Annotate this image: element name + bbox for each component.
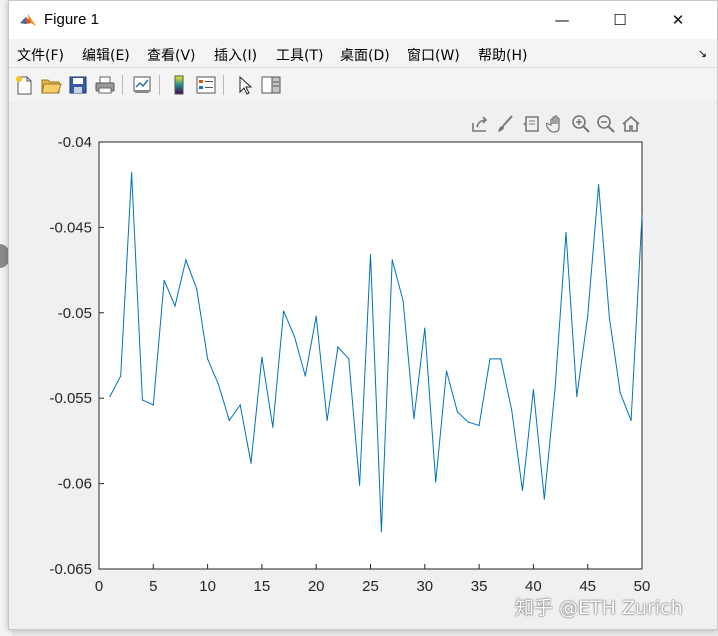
data-point: [359, 484, 361, 486]
y-tick-label: -0.065: [49, 561, 92, 578]
line-chart[interactable]: 0 5 10 15 20 25 30 35 40 45 50 -0.04-0.045-0.05-0.…: [0, 0, 718, 636]
data-point: [532, 389, 535, 391]
data-point: [587, 315, 589, 317]
data-point: [456, 411, 458, 413]
data-point: [152, 404, 154, 406]
data-point: [217, 383, 220, 386]
y-tick-label: -0.06: [58, 476, 92, 493]
data-point: [391, 259, 393, 261]
data-point: [337, 346, 339, 348]
data-point: [521, 489, 524, 491]
data-point: [174, 305, 176, 307]
data-point: [608, 317, 611, 319]
data-point: [543, 498, 545, 500]
data-point: [272, 426, 274, 428]
data-point: [424, 327, 426, 329]
x-tick-label: 20: [308, 578, 325, 595]
data-point: [369, 254, 372, 256]
data-point: [598, 184, 600, 186]
data-point: [185, 259, 187, 261]
data-point: [196, 288, 198, 290]
data-point: [207, 358, 209, 360]
x-tick-label: 0: [95, 578, 103, 595]
data-point: [315, 315, 317, 317]
data-point: [304, 375, 306, 377]
y-axis: -0.04 -0.045 -0.05 -0.055 -0.06 -0.065: [49, 134, 104, 578]
data-point: [511, 409, 513, 411]
data-point: [565, 231, 567, 234]
data-point: [489, 358, 491, 360]
data-point: [445, 370, 448, 372]
data-point: [380, 530, 382, 533]
x-tick-label: 5: [149, 578, 157, 595]
data-point: [641, 214, 643, 216]
data-point: [250, 462, 252, 464]
data-point: [293, 336, 296, 338]
data-point: [402, 300, 404, 302]
data-point: [467, 421, 469, 423]
x-tick-label: 15: [254, 578, 271, 595]
data-point: [435, 481, 437, 483]
y-tick-label: -0.055: [49, 390, 92, 407]
y-tick-label: -0.04: [58, 134, 92, 151]
data-point: [619, 392, 621, 394]
data-point: [109, 395, 111, 398]
data-point: [500, 358, 502, 360]
data-point: [554, 387, 556, 389]
data-point: [239, 404, 241, 406]
x-tick-label: 10: [199, 578, 216, 595]
data-point: [120, 375, 122, 377]
data-point: [478, 424, 480, 427]
watermark: 知乎 @ETH Zurich: [515, 597, 683, 619]
data-point: [163, 279, 165, 281]
data-point: [630, 419, 632, 421]
data-point: [131, 172, 133, 174]
y-tick-label: -0.05: [58, 305, 92, 322]
axes-box[interactable]: [98, 141, 643, 570]
x-tick-label: 30: [416, 578, 433, 595]
data-point: [576, 395, 578, 398]
data-point: [283, 310, 285, 312]
data-point: [228, 419, 230, 421]
y-tick-label: -0.045: [49, 219, 92, 236]
x-tick-label: 35: [471, 578, 488, 595]
data-point: [141, 399, 143, 401]
data-point: [261, 356, 263, 358]
data-point: [348, 358, 350, 360]
data-point: [413, 418, 415, 420]
data-point: [326, 419, 328, 421]
x-tick-label: 25: [362, 578, 379, 595]
